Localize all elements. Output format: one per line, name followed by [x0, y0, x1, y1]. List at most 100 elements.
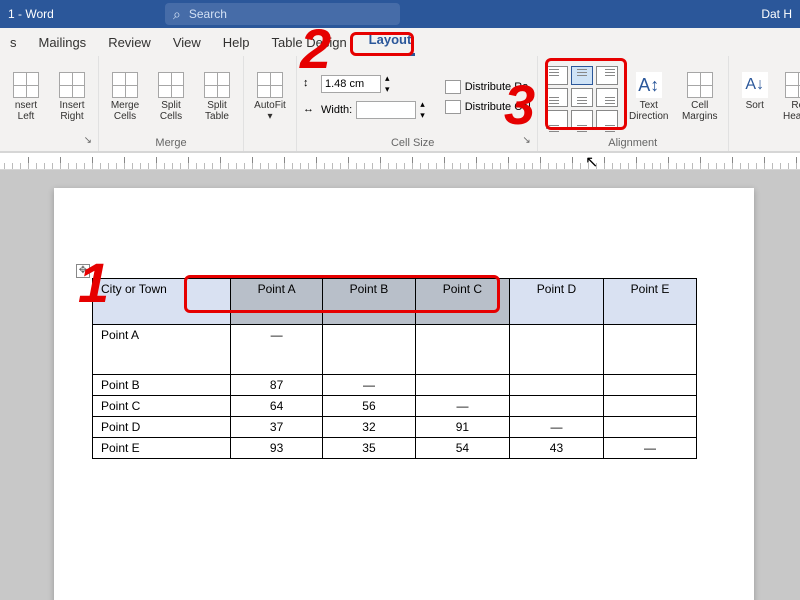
- distribute-rows-icon: [445, 80, 461, 94]
- height-input[interactable]: [321, 75, 381, 93]
- table-row[interactable]: Point D 37 32 91 —: [93, 417, 697, 438]
- table-row[interactable]: Point E 93 35 54 43 —: [93, 438, 697, 459]
- group-alignment: A↕ TextDirection CellMargins Alignment: [538, 56, 729, 151]
- split-cells-button[interactable]: SplitCells: [151, 72, 191, 122]
- align-bottom-left-button[interactable]: [546, 110, 568, 129]
- align-top-left-button[interactable]: [546, 66, 568, 85]
- table-cell[interactable]: [509, 325, 603, 375]
- alignment-grid: [544, 64, 620, 131]
- group-merge: MergeCells SplitCells SplitTable Merge: [99, 56, 244, 151]
- table-cell[interactable]: 32: [322, 417, 415, 438]
- merge-cells-button[interactable]: MergeCells: [105, 72, 145, 122]
- height-icon: ↕: [303, 77, 317, 91]
- document-canvas[interactable]: ✥ City or Town Point A Point B Point C P…: [0, 170, 800, 600]
- table-cell[interactable]: [415, 375, 509, 396]
- table-header-row[interactable]: City or Town Point A Point B Point C Poi…: [93, 279, 697, 325]
- width-input[interactable]: [356, 101, 416, 119]
- table-move-handle-icon[interactable]: ✥: [76, 264, 90, 278]
- table-cell[interactable]: [415, 325, 509, 375]
- table-cell[interactable]: 56: [322, 396, 415, 417]
- table-cell[interactable]: —: [231, 325, 323, 375]
- group-autofit: AutoFit▾: [244, 56, 297, 151]
- split-cells-icon: [158, 72, 184, 98]
- table-header-cell[interactable]: City or Town: [93, 279, 231, 325]
- insert-left-icon: [13, 72, 39, 98]
- table-cell[interactable]: 54: [415, 438, 509, 459]
- table-cell[interactable]: —: [603, 438, 696, 459]
- align-bottom-center-button[interactable]: [571, 110, 593, 129]
- tab-unknown[interactable]: s: [6, 31, 21, 56]
- autofit-icon: [257, 72, 283, 98]
- tab-table-design[interactable]: Table Design: [268, 31, 351, 56]
- table-row[interactable]: Point A —: [93, 325, 697, 375]
- table-cell[interactable]: [509, 375, 603, 396]
- table-cell[interactable]: Point C: [93, 396, 231, 417]
- cell-margins-icon: [687, 72, 713, 98]
- distribute-rows-button[interactable]: Distribute Ro: [445, 80, 531, 94]
- tab-mailings[interactable]: Mailings: [35, 31, 91, 56]
- table-cell[interactable]: [603, 396, 696, 417]
- document-title: 1 - Word: [0, 7, 62, 21]
- tab-view[interactable]: View: [169, 31, 205, 56]
- tab-layout[interactable]: Layout: [365, 28, 416, 56]
- table-cell[interactable]: —: [415, 396, 509, 417]
- table-cell[interactable]: Point E: [93, 438, 231, 459]
- table-cell[interactable]: —: [509, 417, 603, 438]
- distribute-columns-button[interactable]: Distribute Col: [445, 100, 531, 114]
- align-middle-center-button[interactable]: [571, 88, 593, 107]
- table-cell[interactable]: [603, 417, 696, 438]
- table-cell[interactable]: Point D: [93, 417, 231, 438]
- document-table[interactable]: City or Town Point A Point B Point C Poi…: [92, 278, 697, 459]
- align-top-right-button[interactable]: [596, 66, 618, 85]
- ribbon: nsertLeft InsertRight ↘ MergeCells Split…: [0, 56, 800, 152]
- horizontal-ruler[interactable]: [0, 152, 800, 170]
- table-header-cell[interactable]: Point B: [322, 279, 415, 325]
- align-middle-right-button[interactable]: [596, 88, 618, 107]
- width-icon: ↔: [303, 103, 317, 117]
- repeat-header-button[interactable]: ReHeade: [781, 72, 800, 122]
- tab-help[interactable]: Help: [219, 31, 254, 56]
- table-cell[interactable]: 37: [231, 417, 323, 438]
- sort-button[interactable]: A↓ Sort: [735, 72, 775, 122]
- table-cell[interactable]: 35: [322, 438, 415, 459]
- align-middle-left-button[interactable]: [546, 88, 568, 107]
- search-box[interactable]: ⌕ Search: [165, 3, 400, 25]
- alignment-group-label: Alignment: [544, 134, 722, 149]
- dropdown-caret-icon: ▾: [267, 111, 272, 122]
- table-cell[interactable]: 93: [231, 438, 323, 459]
- insert-right-button[interactable]: InsertRight: [52, 72, 92, 122]
- table-row[interactable]: Point C 64 56 —: [93, 396, 697, 417]
- table-cell[interactable]: [603, 375, 696, 396]
- rows-cols-launcher-icon[interactable]: ↘: [84, 135, 92, 146]
- insert-left-button[interactable]: nsertLeft: [6, 72, 46, 122]
- table-cell[interactable]: [603, 325, 696, 375]
- cell-size-launcher-icon[interactable]: ↘: [522, 135, 530, 146]
- table-header-cell[interactable]: Point E: [603, 279, 696, 325]
- table-cell[interactable]: 43: [509, 438, 603, 459]
- table-cell[interactable]: —: [322, 375, 415, 396]
- text-direction-icon: A↕: [636, 72, 662, 98]
- table-cell[interactable]: [322, 325, 415, 375]
- cell-margins-button[interactable]: CellMargins: [678, 72, 722, 122]
- split-table-button[interactable]: SplitTable: [197, 72, 237, 122]
- autofit-button[interactable]: AutoFit▾: [250, 72, 290, 122]
- table-cell[interactable]: Point B: [93, 375, 231, 396]
- search-icon: ⌕: [173, 6, 181, 23]
- table-cell[interactable]: Point A: [93, 325, 231, 375]
- align-top-center-button[interactable]: [571, 66, 593, 85]
- table-header-cell[interactable]: Point C: [415, 279, 509, 325]
- table-header-cell[interactable]: Point D: [509, 279, 603, 325]
- table-cell[interactable]: 87: [231, 375, 323, 396]
- height-stepper-icon[interactable]: ▴▾: [385, 73, 390, 95]
- table-cell[interactable]: [509, 396, 603, 417]
- text-direction-button[interactable]: A↕ TextDirection: [626, 72, 672, 122]
- tab-review[interactable]: Review: [104, 31, 155, 56]
- align-bottom-right-button[interactable]: [596, 110, 618, 129]
- user-name: Dat H: [761, 7, 792, 21]
- table-cell[interactable]: 91: [415, 417, 509, 438]
- width-stepper-icon[interactable]: ▴▾: [420, 99, 425, 121]
- table-row[interactable]: Point B 87 —: [93, 375, 697, 396]
- table-cell[interactable]: 64: [231, 396, 323, 417]
- table-header-cell[interactable]: Point A: [231, 279, 323, 325]
- merge-cells-icon: [112, 72, 138, 98]
